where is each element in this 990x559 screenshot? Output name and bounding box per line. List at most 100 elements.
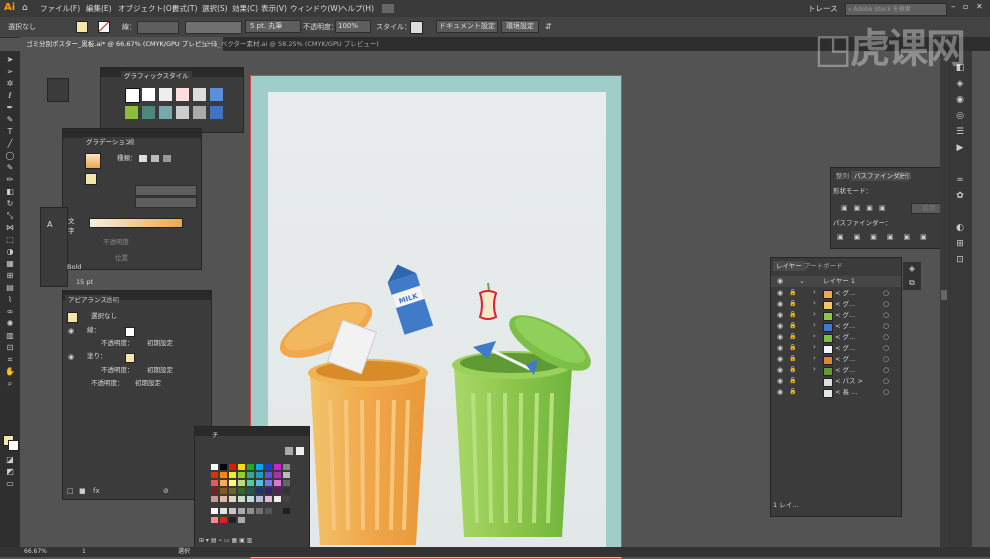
- trace-workspace[interactable]: トレース: [808, 0, 838, 17]
- color-swatch[interactable]: [256, 488, 263, 494]
- menu-select[interactable]: 選択(S): [202, 0, 228, 17]
- color-swatch[interactable]: [220, 480, 227, 486]
- group-swatch[interactable]: [211, 517, 218, 523]
- lock-icon[interactable]: 🔒: [789, 322, 796, 329]
- style-thumb[interactable]: [176, 106, 189, 119]
- hand-tool-icon[interactable]: ✋: [3, 367, 17, 376]
- color-swatch[interactable]: [247, 488, 254, 494]
- lock-icon[interactable]: 🔒: [789, 355, 796, 362]
- ellipse-tool-icon[interactable]: ◯: [3, 151, 17, 160]
- color-swatch[interactable]: [220, 496, 227, 502]
- color-swatch[interactable]: [229, 480, 236, 486]
- gradient-slider[interactable]: [89, 218, 183, 228]
- chevron-right-icon[interactable]: ›: [813, 321, 816, 329]
- color-swatch[interactable]: [238, 496, 245, 502]
- style-thumb[interactable]: [125, 88, 140, 103]
- stroke-row-label[interactable]: 線：: [87, 325, 100, 336]
- layer-item-row[interactable]: ◉ 🔒 < パス > ○: [771, 376, 901, 387]
- menu-effect[interactable]: 効果(C): [232, 0, 258, 17]
- style-thumb[interactable]: [193, 106, 206, 119]
- grayscale-swatch[interactable]: [229, 508, 236, 514]
- menu-edit[interactable]: 編集(E): [86, 0, 112, 17]
- close-button[interactable]: ✕: [976, 2, 983, 11]
- shape-mode-icons[interactable]: ▣▣▣▣: [841, 204, 901, 213]
- eraser-tool-icon[interactable]: ◧: [3, 187, 17, 196]
- angle-field[interactable]: [135, 185, 197, 196]
- color-swatch[interactable]: [220, 472, 227, 478]
- blend-tool-icon[interactable]: ∞: [3, 307, 17, 316]
- artboard-tool-icon[interactable]: ⊡: [3, 343, 17, 352]
- target-icon[interactable]: ○: [883, 366, 889, 374]
- target-icon[interactable]: ○: [883, 300, 889, 308]
- selection-tool-icon[interactable]: ➤: [3, 55, 17, 64]
- grayscale-swatch[interactable]: [274, 508, 281, 514]
- tab-artboards[interactable]: アートボード: [801, 261, 846, 271]
- slice-tool-icon[interactable]: ⌗: [3, 355, 17, 364]
- menu-window[interactable]: ウィンドウ(W): [290, 0, 341, 17]
- color-swatch[interactable]: [274, 496, 281, 502]
- width-tool-icon[interactable]: ⋈: [3, 223, 17, 232]
- fill-color-swatch[interactable]: [125, 353, 135, 363]
- layer-row[interactable]: ◉ ⌄ レイヤー 1: [771, 276, 901, 287]
- style-swatch[interactable]: [410, 21, 423, 34]
- chevron-right-icon[interactable]: ›: [813, 310, 816, 318]
- chevron-down-icon[interactable]: ⌄: [799, 277, 805, 285]
- color-swatch[interactable]: [211, 488, 218, 494]
- free-transform-tool-icon[interactable]: ⬚: [3, 235, 17, 244]
- preferences-button[interactable]: 環境設定: [501, 20, 539, 33]
- lock-icon[interactable]: 🔒: [789, 289, 796, 296]
- artboard-number[interactable]: 1: [82, 547, 86, 557]
- color-swatch[interactable]: [283, 472, 290, 478]
- brush-definition-dropdown[interactable]: 5 pt. 丸筆: [245, 20, 301, 33]
- color-swatch[interactable]: [238, 464, 245, 470]
- add-effect-icon[interactable]: fx: [93, 487, 100, 495]
- target-icon[interactable]: ○: [883, 322, 889, 330]
- scale-tool-icon[interactable]: ⤡: [3, 211, 17, 220]
- gradient-preview[interactable]: [85, 153, 101, 169]
- magic-wand-tool-icon[interactable]: ✲: [3, 79, 17, 88]
- gradient-fill-swatch[interactable]: [85, 173, 97, 185]
- eye-icon[interactable]: ◉: [777, 366, 783, 374]
- layer-item-row[interactable]: ◉ 🔒 › < グ... ○: [771, 354, 901, 365]
- color-swatch[interactable]: [283, 488, 290, 494]
- eye-icon[interactable]: ◉: [68, 353, 74, 361]
- linear-gradient-icon[interactable]: [139, 155, 147, 162]
- rotate-tool-icon[interactable]: ↻: [3, 199, 17, 208]
- stroke-weight-field[interactable]: [137, 21, 179, 34]
- chevron-right-icon[interactable]: ›: [813, 365, 816, 373]
- color-swatch[interactable]: [211, 472, 218, 478]
- color-swatch[interactable]: [229, 488, 236, 494]
- eyedropper-tool-icon[interactable]: ⌇: [3, 295, 17, 304]
- style-thumb[interactable]: [210, 106, 223, 119]
- color-swatch[interactable]: [247, 472, 254, 478]
- color-swatch[interactable]: [229, 472, 236, 478]
- workspace-switcher-icon[interactable]: [382, 4, 394, 13]
- eye-icon[interactable]: ◉: [777, 300, 783, 308]
- radial-gradient-icon[interactable]: [151, 155, 159, 162]
- color-swatch[interactable]: [283, 480, 290, 486]
- aspect-ratio-field[interactable]: [135, 197, 197, 208]
- zoom-level[interactable]: 66.67%: [24, 547, 47, 557]
- layer-item-row[interactable]: ◉ 🔒 < 長 ... ○: [771, 387, 901, 398]
- line-tool-icon[interactable]: ╱: [3, 139, 17, 148]
- stock-search-input[interactable]: ⌕ Adobe Stock を検索: [845, 3, 947, 16]
- layer-item-row[interactable]: ◉ 🔒 › < グ... ○: [771, 332, 901, 343]
- chevron-right-icon[interactable]: ›: [813, 332, 816, 340]
- color-swatch[interactable]: [274, 488, 281, 494]
- color-swatch[interactable]: [229, 464, 236, 470]
- paintbrush-tool-icon[interactable]: ✎: [3, 163, 17, 172]
- group-swatch[interactable]: [220, 517, 227, 523]
- tab-document-2[interactable]: ゴミ箱_ベクター素材.ai @ 58.25% (CMYK/GPU プレビュー): [192, 37, 385, 51]
- color-swatch[interactable]: [256, 496, 263, 502]
- target-icon[interactable]: ○: [883, 355, 889, 363]
- color-swatch[interactable]: [238, 472, 245, 478]
- grayscale-swatch[interactable]: [265, 508, 272, 514]
- clear-appearance-icon[interactable]: ⊘: [163, 487, 169, 495]
- color-swatch[interactable]: [211, 464, 218, 470]
- grayscale-swatch[interactable]: [256, 508, 263, 514]
- lock-icon[interactable]: 🔒: [789, 366, 796, 373]
- eye-icon[interactable]: ◉: [777, 388, 783, 396]
- color-swatch[interactable]: [238, 480, 245, 486]
- style-thumb[interactable]: [142, 88, 155, 101]
- color-swatch[interactable]: [220, 488, 227, 494]
